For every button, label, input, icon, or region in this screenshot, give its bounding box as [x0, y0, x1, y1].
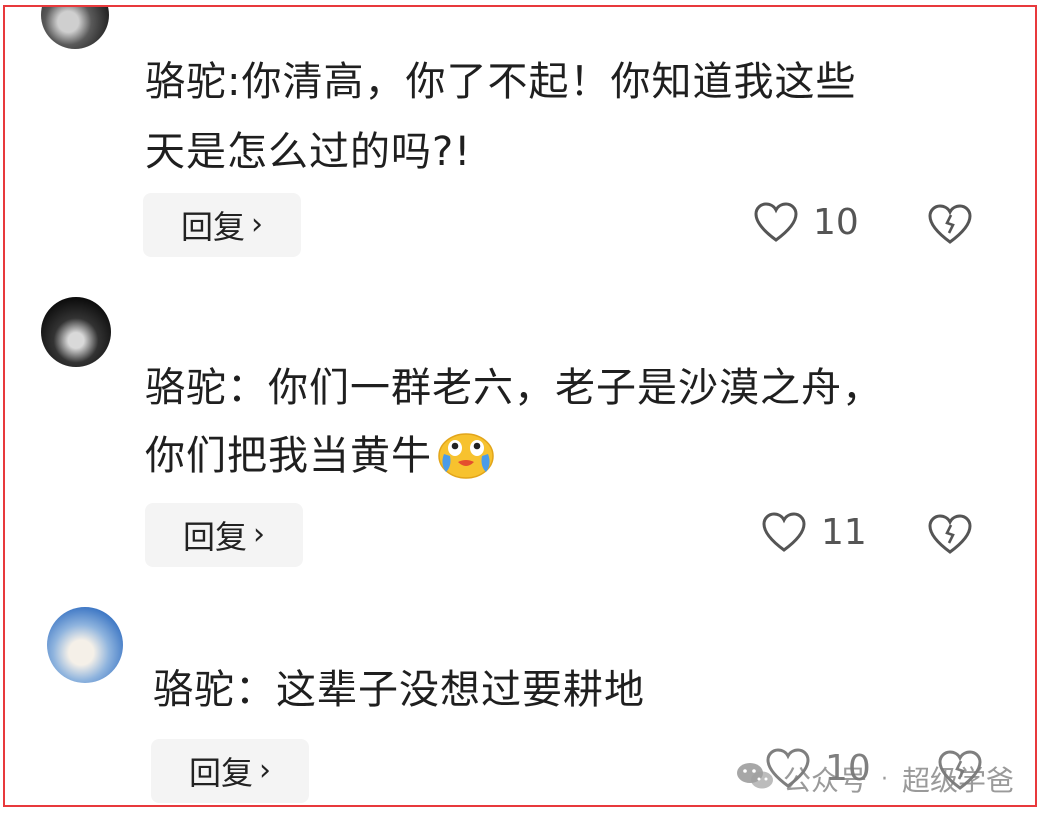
heart-icon[interactable] [761, 511, 807, 553]
chevron-right-icon: › [259, 752, 271, 788]
chevron-right-icon: › [251, 206, 263, 242]
comment-text-line: 你们把我当黄牛 [145, 425, 496, 487]
heart-icon[interactable] [753, 201, 799, 243]
comment-text-line: 骆驼：你们一群老六，老子是沙漠之舟， [145, 365, 883, 411]
reply-button[interactable]: 回复 › [145, 503, 303, 567]
like-count: 10 [813, 201, 859, 243]
comment-text-span: 你们把我当黄牛 [145, 433, 432, 479]
like-count: 11 [821, 511, 867, 553]
comment-text-line: 天是怎么过的吗?! [145, 129, 472, 175]
reply-label: 回复 [182, 518, 247, 556]
comment-list-frame: 骆驼:你清高，你了不起！你知道我这些 天是怎么过的吗?! 回复 › 10 骆驼：… [3, 5, 1037, 807]
comment-text-line: 骆驼:你清高，你了不起！你知道我这些 [145, 59, 857, 105]
watermark-right: 超级学爸 [902, 764, 1015, 797]
wechat-icon [735, 760, 775, 799]
avatar[interactable] [41, 7, 109, 49]
reply-label: 回复 [188, 754, 253, 792]
like-group: 11 [761, 511, 867, 553]
broken-heart-icon[interactable] [927, 203, 973, 245]
avatar[interactable] [41, 297, 111, 367]
reply-button[interactable]: 回复 › [151, 739, 309, 803]
reply-button[interactable]: 回复 › [143, 193, 301, 257]
avatar[interactable] [47, 607, 123, 683]
watermark-left: 公众号 [783, 764, 868, 797]
comment-text-line: 骆驼：这辈子没想过要耕地 [153, 667, 645, 713]
broken-heart-icon[interactable] [927, 513, 973, 555]
watermark: 公众号 · 超级学爸 [735, 759, 1014, 799]
reply-label: 回复 [180, 208, 245, 246]
watermark-separator: · [881, 766, 889, 792]
crying-laughing-face-icon [436, 428, 496, 480]
like-group: 10 [753, 201, 859, 243]
chevron-right-icon: › [253, 516, 265, 552]
